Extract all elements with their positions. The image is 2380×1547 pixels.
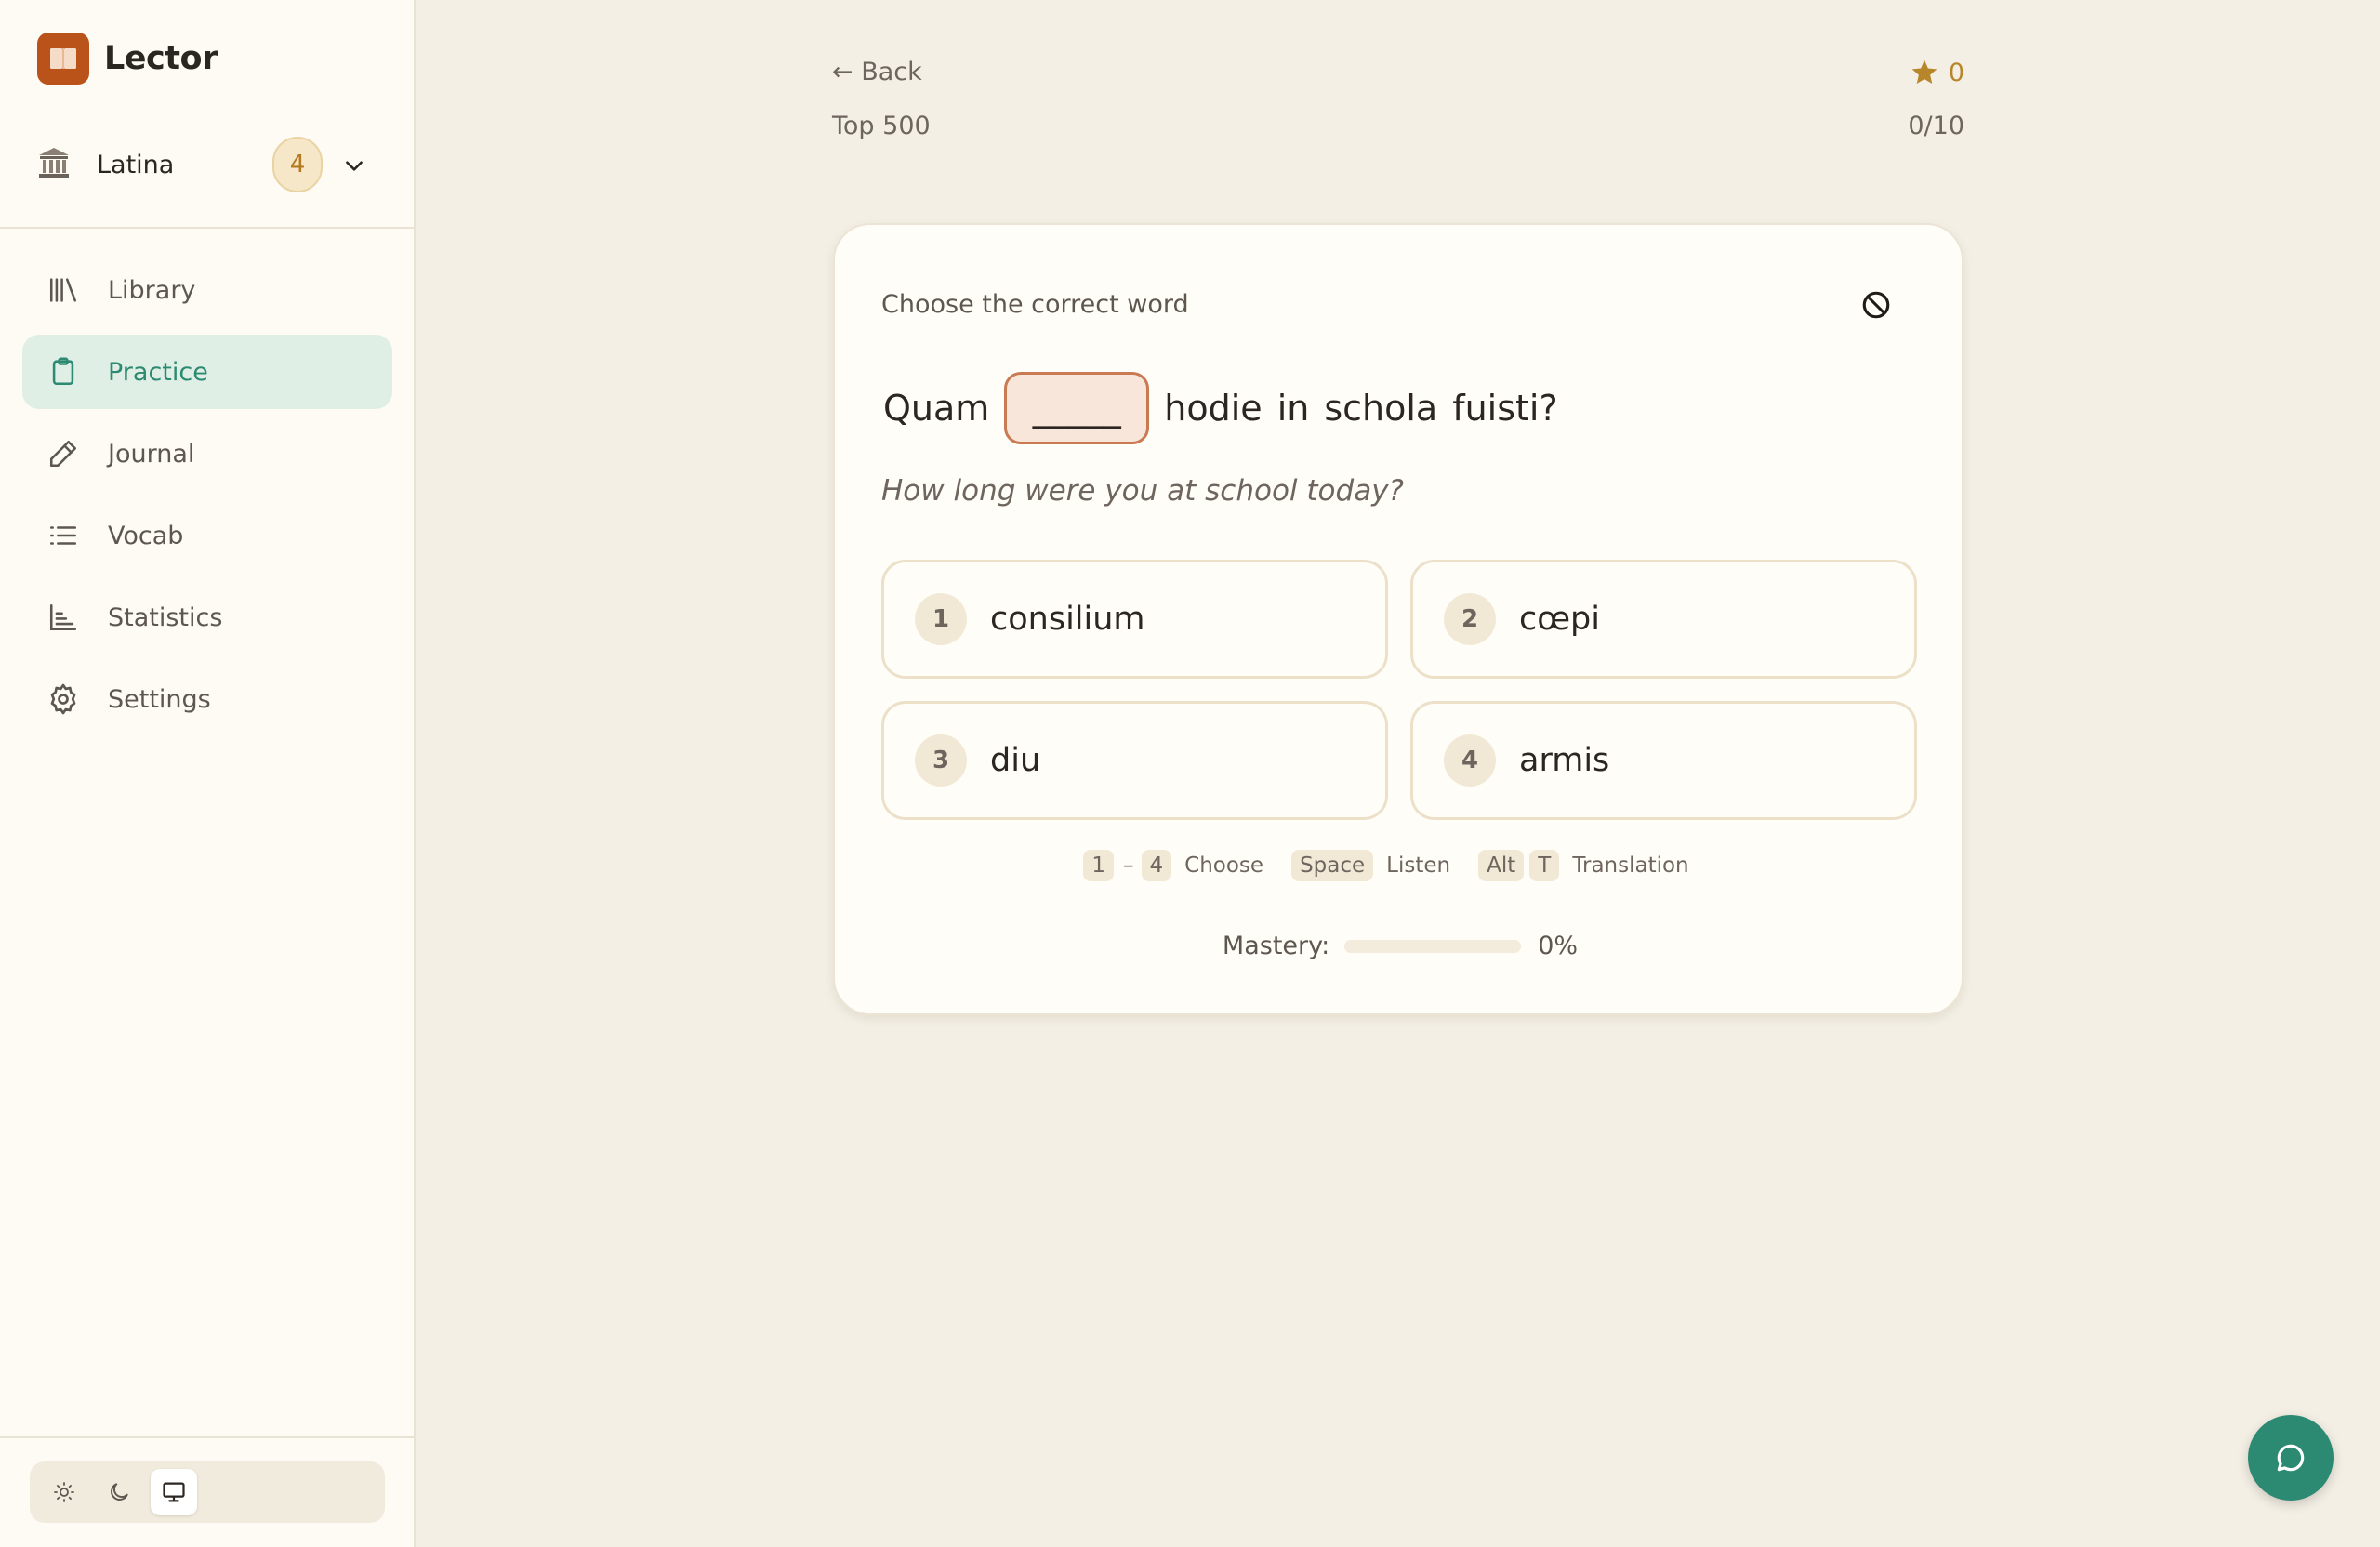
key-alt: Alt (1478, 850, 1525, 881)
sidebar-divider (0, 227, 414, 229)
sidebar: Lector Latina 4 Library Practice Journal… (0, 0, 416, 1547)
answer-option-1[interactable]: 1 consilium (881, 560, 1388, 679)
key-space: Space (1291, 850, 1374, 881)
sidebar-item-label: Settings (108, 684, 211, 714)
gear-icon (45, 681, 82, 718)
key-t: T (1529, 850, 1560, 881)
mastery-bar (1344, 939, 1522, 953)
option-text: cœpi (1519, 601, 1600, 638)
cloze-blank: _____ (1004, 372, 1150, 444)
option-text: diu (990, 742, 1041, 779)
hint-listen: Listen (1386, 853, 1451, 878)
sidebar-item-practice[interactable]: Practice (22, 335, 392, 409)
clipboard-icon (45, 353, 82, 390)
temple-icon (37, 146, 71, 183)
sentence-word: in (1276, 388, 1310, 429)
sentence-word: Quam (883, 388, 990, 429)
mastery-indicator: Mastery: 0% (835, 932, 1965, 960)
option-number: 3 (915, 734, 967, 787)
sentence-word: schola (1324, 388, 1438, 429)
back-link[interactable]: ← Back (832, 58, 922, 86)
pencil-icon (45, 435, 82, 472)
sentence-word: hodie (1164, 388, 1263, 429)
option-number: 2 (1444, 593, 1496, 645)
sentence-word: fuisti? (1452, 388, 1558, 429)
exercise-card: Choose the correct word Quam _____ hodie… (833, 223, 1964, 1015)
mastery-value: 0% (1538, 932, 1579, 960)
progress-count: 0/10 (1908, 112, 1964, 140)
answer-option-2[interactable]: 2 cœpi (1410, 560, 1917, 679)
language-count-badge: 4 (272, 137, 323, 192)
deck-name: Top 500 (832, 112, 931, 140)
sidebar-nav: Library Practice Journal Vocab Statistic… (22, 253, 392, 744)
key-4: 4 (1141, 850, 1172, 881)
sun-icon[interactable] (41, 1469, 87, 1515)
sidebar-item-label: Practice (108, 357, 208, 387)
exercise-prompt: Choose the correct word (881, 290, 1189, 319)
app-name: Lector (104, 40, 218, 77)
answer-option-4[interactable]: 4 armis (1410, 701, 1917, 820)
chat-bubble-icon (2277, 1444, 2305, 1472)
brand[interactable]: Lector (37, 33, 218, 85)
star-counter: 0 (1910, 58, 1964, 87)
sidebar-item-statistics[interactable]: Statistics (22, 580, 392, 654)
moon-icon[interactable] (96, 1469, 142, 1515)
chevron-down-icon[interactable] (342, 153, 366, 181)
sidebar-bottom-divider (0, 1436, 414, 1438)
language-name: Latina (97, 150, 175, 179)
sidebar-item-label: Vocab (108, 521, 184, 550)
option-number: 4 (1444, 734, 1496, 787)
mastery-label: Mastery: (1222, 932, 1330, 960)
language-selector[interactable]: Latina 4 (37, 135, 381, 194)
book-logo-icon (37, 33, 89, 85)
option-text: consilium (990, 601, 1145, 638)
option-text: armis (1519, 742, 1610, 779)
sidebar-item-settings[interactable]: Settings (22, 662, 392, 736)
monitor-icon[interactable] (151, 1469, 197, 1515)
chat-button[interactable] (2248, 1415, 2334, 1501)
hint-translation: Translation (1572, 853, 1689, 878)
sidebar-item-label: Journal (108, 439, 195, 469)
keyboard-hints: 1 – 4 Choose Space Listen Alt T Translat… (835, 850, 1965, 881)
sidebar-item-label: Library (108, 275, 196, 305)
cloze-sentence: Quam _____ hodie in schola fuisti? (883, 372, 1573, 444)
skip-icon[interactable] (1858, 286, 1895, 324)
answer-option-3[interactable]: 3 diu (881, 701, 1388, 820)
bar-chart-icon (45, 599, 82, 636)
list-icon (45, 517, 82, 554)
theme-switcher (30, 1461, 385, 1523)
sidebar-item-journal[interactable]: Journal (22, 416, 392, 491)
hint-choose: Choose (1184, 853, 1264, 878)
key-range-dash: – (1123, 853, 1134, 878)
library-icon (45, 271, 82, 309)
sidebar-item-label: Statistics (108, 602, 223, 632)
star-icon (1911, 60, 1937, 84)
option-number: 1 (915, 593, 967, 645)
sidebar-item-vocab[interactable]: Vocab (22, 498, 392, 573)
key-1: 1 (1083, 850, 1114, 881)
sidebar-item-library[interactable]: Library (22, 253, 392, 327)
sentence-translation: How long were you at school today? (881, 474, 1404, 508)
star-count: 0 (1948, 58, 1964, 87)
